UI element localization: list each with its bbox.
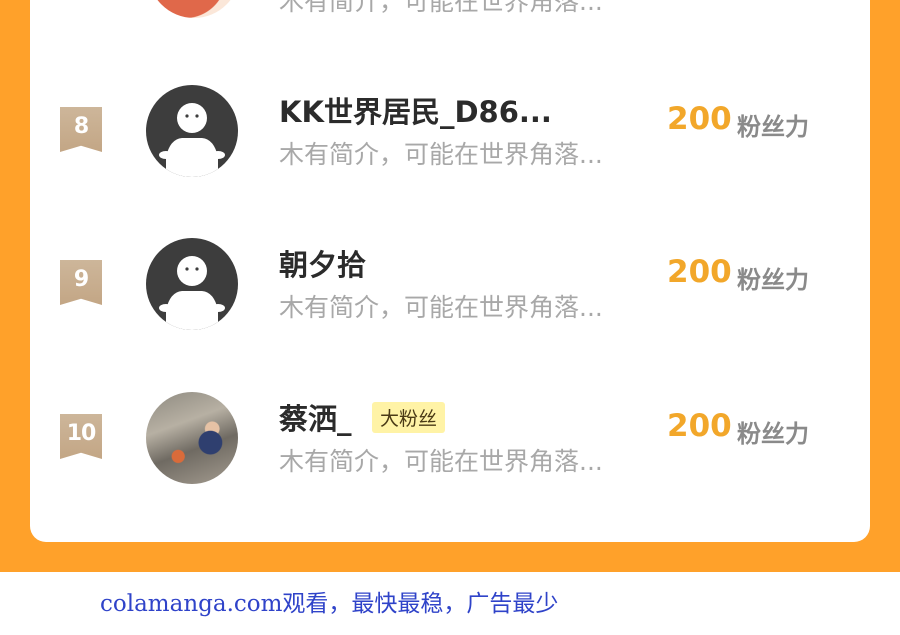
username[interactable]: 朝夕拾 [279,242,366,284]
username[interactable]: 蔡洒_ [279,396,352,438]
list-item-rank-8[interactable]: 8 KK世界居民_D86... 木有简介，可能在世界角落... 200 粉丝力 [30,85,870,195]
avatar[interactable] [148,0,240,18]
leaderboard-card: 木有简介，可能在世界角落... 8 KK世界居民_D86... 木有简介，可能在… [30,0,870,542]
user-intro: 木有简介，可能在世界角落... [279,293,603,322]
user-intro: 木有简介，可能在世界角落... [279,140,603,169]
watermark-text: colamanga.com观看，最快最稳，广告最少 [100,591,559,617]
fan-power-label: 粉丝力 [737,266,809,294]
fan-power-label: 粉丝力 [737,113,809,141]
list-item-rank-10[interactable]: 10 蔡洒_ 大粉丝 木有简介，可能在世界角落... 200 粉丝力 [30,392,870,502]
rank-badge: 9 [60,260,102,305]
fan-badge: 大粉丝 [372,402,446,433]
user-intro: 木有简介，可能在世界角落... [279,447,603,476]
leaderboard-frame: 木有简介，可能在世界角落... 8 KK世界居民_D86... 木有简介，可能在… [0,0,900,572]
fan-power-label: 粉丝力 [737,420,809,448]
fan-power-score: 200 [667,254,732,290]
rank-badge: 8 [60,107,102,152]
fan-power-score: 200 [667,101,732,137]
rank-badge: 10 [60,414,102,459]
default-avatar-icon[interactable] [146,85,238,177]
default-avatar-icon[interactable] [146,238,238,330]
photo-avatar[interactable] [146,392,238,484]
list-item-rank-9[interactable]: 9 朝夕拾 木有简介，可能在世界角落... 200 粉丝力 [30,238,870,348]
user-intro: 木有简介，可能在世界角落... [279,0,603,16]
fan-power-score: 200 [667,408,732,444]
username[interactable]: KK世界居民_D86... [279,89,552,131]
